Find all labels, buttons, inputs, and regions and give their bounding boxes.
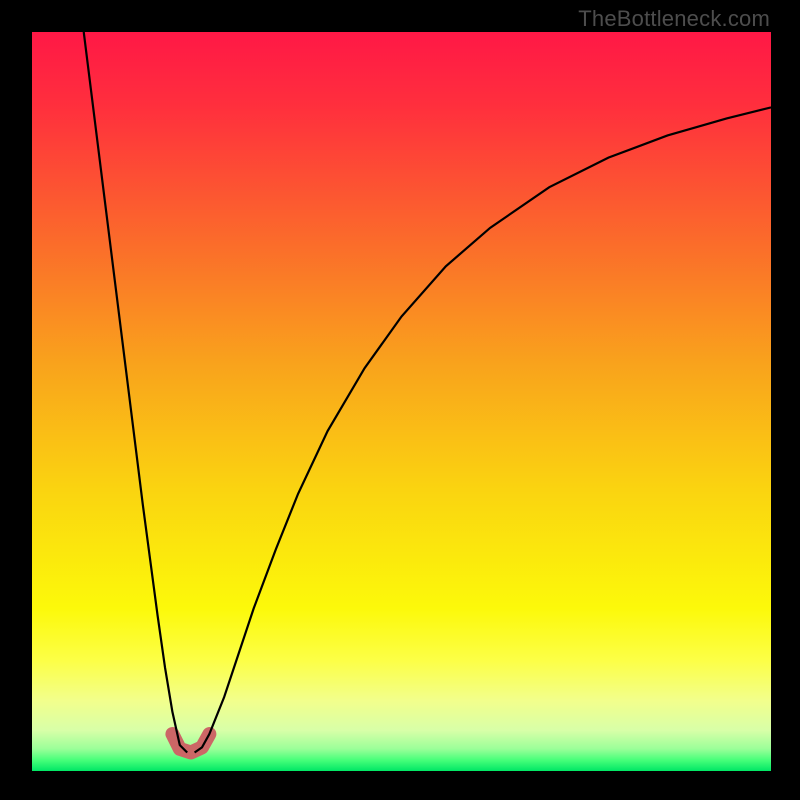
curve-right-branch	[195, 107, 771, 752]
plot-area	[32, 32, 771, 771]
curve-layer	[32, 32, 771, 771]
curve-left-branch	[84, 32, 187, 753]
watermark-text: TheBottleneck.com	[578, 6, 770, 32]
chart-frame: TheBottleneck.com	[0, 0, 800, 800]
